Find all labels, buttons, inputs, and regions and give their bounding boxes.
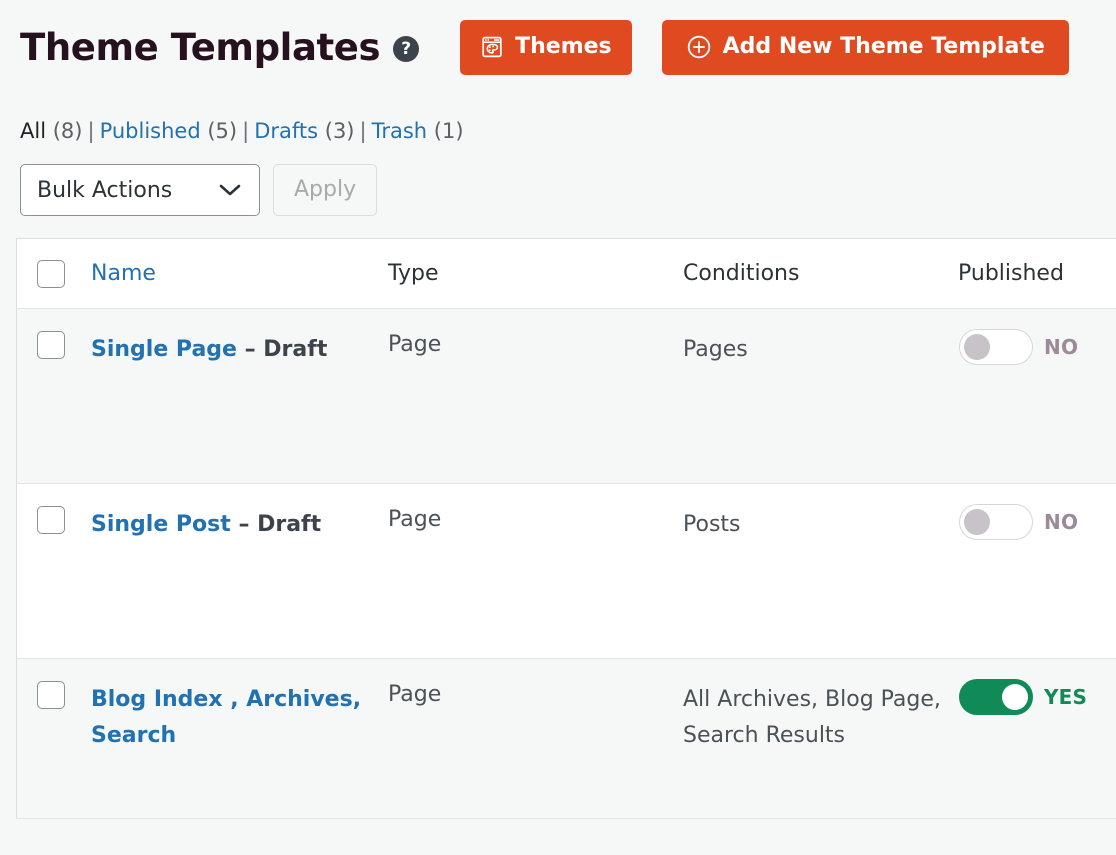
row-type-cell: Page (388, 309, 683, 484)
toggle-knob (964, 334, 990, 360)
select-all-checkbox[interactable] (37, 260, 65, 288)
filter-count-published: (5) (207, 119, 237, 143)
published-toggle[interactable] (959, 504, 1033, 540)
column-header-conditions: Conditions (683, 239, 958, 309)
template-name-suffix: – Draft (231, 512, 321, 537)
select-all-header (17, 239, 92, 309)
theme-templates-table: Name Type Conditions Published Single Pa… (16, 238, 1116, 819)
plus-circle-icon (686, 34, 712, 60)
published-toggle-label: YES (1044, 687, 1087, 707)
themes-button[interactable]: Themes (460, 20, 632, 75)
published-toggle-label: NO (1044, 337, 1078, 357)
filter-separator: | (237, 119, 254, 143)
add-new-theme-template-button[interactable]: Add New Theme Template (662, 20, 1069, 75)
bulk-actions-selected-value: Bulk Actions (37, 178, 172, 203)
row-name-cell: Single Post – Draft (91, 484, 388, 659)
filter-link-all[interactable]: All (20, 119, 46, 143)
filter-separator: | (82, 119, 99, 143)
template-type: Page (388, 659, 683, 707)
filter-separator: | (355, 119, 372, 143)
table-header-row: Name Type Conditions Published (17, 239, 1116, 309)
filter-count-drafts: (3) (325, 119, 355, 143)
row-checkbox-cell (17, 309, 92, 484)
published-toggle[interactable] (959, 679, 1033, 715)
row-select-checkbox[interactable] (37, 331, 65, 359)
row-checkbox-cell (17, 484, 92, 659)
chevron-down-icon (219, 183, 241, 197)
filter-count-trash: (1) (434, 119, 464, 143)
toggle-knob (964, 509, 990, 535)
add-new-theme-template-label: Add New Theme Template (723, 36, 1045, 58)
template-conditions: All Archives, Blog Page, Search Results (683, 659, 958, 755)
page-header: Theme Templates ? Themes (0, 0, 1116, 68)
table-navigation: Bulk Actions Apply (0, 164, 1116, 216)
row-published-cell: YES (958, 659, 1116, 819)
template-name-link[interactable]: Blog Index , Archives, Search (91, 687, 361, 748)
filter-count-all: (8) (53, 119, 83, 143)
themes-button-label: Themes (515, 36, 612, 58)
theme-palette-icon (480, 35, 504, 59)
row-type-cell: Page (388, 659, 683, 819)
row-select-checkbox[interactable] (37, 681, 65, 709)
template-name-suffix: – Draft (237, 337, 327, 362)
template-conditions: Pages (683, 309, 958, 368)
column-header-type: Type (388, 239, 683, 309)
toggle-knob (1002, 684, 1028, 710)
question-mark-circle-icon[interactable]: ? (393, 36, 419, 62)
row-name-cell: Blog Index , Archives, Search (91, 659, 388, 819)
published-toggle[interactable] (959, 329, 1033, 365)
row-conditions-cell: Pages (683, 309, 958, 484)
row-published-cell: NO (958, 484, 1116, 659)
row-published-cell: NO (958, 309, 1116, 484)
table-body: Single Page – Draft Page Pages NO (17, 309, 1116, 819)
filter-link-trash[interactable]: Trash (372, 119, 428, 143)
bulk-actions-select[interactable]: Bulk Actions (20, 164, 260, 216)
row-select-checkbox[interactable] (37, 506, 65, 534)
status-filter-links: All (8)|Published (5)|Drafts (3)|Trash (… (0, 121, 1116, 142)
template-conditions: Posts (683, 484, 958, 543)
template-type: Page (388, 484, 683, 532)
template-name-link[interactable]: Single Post (91, 512, 231, 537)
template-name-link[interactable]: Single Page (91, 337, 237, 362)
column-header-name[interactable]: Name (91, 239, 388, 309)
table-row: Single Page – Draft Page Pages NO (17, 309, 1116, 484)
template-type: Page (388, 309, 683, 357)
table-head: Name Type Conditions Published (17, 239, 1116, 309)
filter-link-drafts[interactable]: Drafts (254, 119, 318, 143)
row-type-cell: Page (388, 484, 683, 659)
page-title: Theme Templates (20, 29, 380, 66)
apply-button[interactable]: Apply (273, 164, 377, 216)
published-toggle-label: NO (1044, 512, 1078, 532)
table-row: Blog Index , Archives, Search Page All A… (17, 659, 1116, 819)
filter-link-published[interactable]: Published (100, 119, 201, 143)
column-header-name-link[interactable]: Name (91, 261, 156, 286)
row-checkbox-cell (17, 659, 92, 819)
column-header-published: Published (958, 239, 1116, 309)
row-conditions-cell: Posts (683, 484, 958, 659)
row-name-cell: Single Page – Draft (91, 309, 388, 484)
row-conditions-cell: All Archives, Blog Page, Search Results (683, 659, 958, 819)
table-row: Single Post – Draft Page Posts NO (17, 484, 1116, 659)
